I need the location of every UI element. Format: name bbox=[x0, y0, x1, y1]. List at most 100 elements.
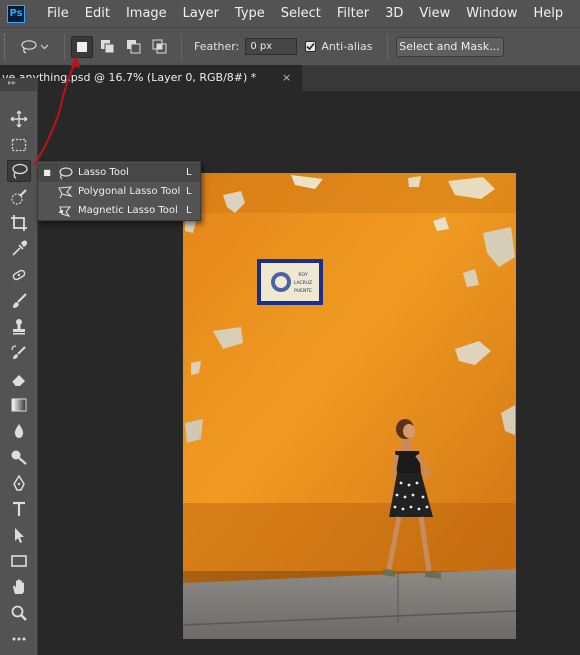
add-to-selection-button[interactable] bbox=[97, 36, 119, 58]
sign-line-2: LACRUZ bbox=[294, 280, 312, 286]
divider bbox=[181, 33, 182, 60]
dodge-tool[interactable] bbox=[7, 446, 31, 468]
menu-filter[interactable]: Filter bbox=[329, 0, 377, 27]
rectangle-tool[interactable] bbox=[7, 550, 31, 572]
tools-panel: ▸▸ bbox=[0, 78, 38, 655]
document-tab-title: ve anything.psd @ 16.7% (Layer 0, RGB/8#… bbox=[2, 71, 257, 84]
polygonal-lasso-icon bbox=[56, 184, 74, 200]
history-brush-tool[interactable] bbox=[7, 342, 31, 364]
selected-bullet-icon: ■ bbox=[43, 168, 51, 177]
select-and-mask-button[interactable]: Select and Mask... bbox=[395, 36, 504, 57]
eyedropper-icon bbox=[12, 240, 28, 256]
hand-icon bbox=[13, 579, 24, 594]
options-bar: Feather: 0 px Anti-alias Select and Mask… bbox=[0, 27, 580, 65]
feather-label: Feather: bbox=[194, 40, 240, 53]
menu-help[interactable]: Help bbox=[526, 0, 572, 27]
menu-type[interactable]: Type bbox=[227, 0, 273, 27]
more-tools-icon bbox=[12, 637, 26, 641]
photoshop-window: Ps File Edit Image Layer Type Select Fil… bbox=[0, 0, 580, 655]
clone-stamp-tool[interactable] bbox=[7, 316, 31, 338]
intersect-selection-button[interactable] bbox=[149, 36, 171, 58]
menu-window[interactable]: Window bbox=[458, 0, 525, 27]
rectangle-icon bbox=[11, 555, 27, 567]
lasso-tool[interactable] bbox=[7, 160, 31, 182]
eyedropper-tool[interactable] bbox=[7, 238, 31, 260]
more-tools-button[interactable] bbox=[7, 628, 31, 650]
blur-icon bbox=[14, 424, 24, 438]
menu-edit[interactable]: Edit bbox=[77, 0, 118, 27]
checkmark-icon bbox=[306, 42, 315, 51]
anti-alias-checkbox[interactable] bbox=[305, 41, 317, 52]
move-tool[interactable] bbox=[7, 108, 31, 130]
history-brush-icon bbox=[11, 345, 26, 359]
path-selection-icon bbox=[15, 528, 24, 543]
clone-stamp-icon bbox=[13, 319, 25, 335]
flyout-item-label: Magnetic Lasso Tool bbox=[78, 205, 178, 216]
menu-view[interactable]: View bbox=[411, 0, 458, 27]
flyout-item-shortcut: L bbox=[186, 205, 192, 216]
path-selection-tool[interactable] bbox=[7, 524, 31, 546]
subtract-from-selection-button[interactable] bbox=[123, 36, 145, 58]
lasso-icon bbox=[56, 165, 74, 181]
pen-tool[interactable] bbox=[7, 472, 31, 494]
dodge-icon bbox=[11, 450, 27, 465]
sign-line-1: ROY bbox=[298, 272, 307, 278]
menu-select[interactable]: Select bbox=[273, 0, 329, 27]
intersect-selection-icon bbox=[152, 39, 167, 53]
document-image: ROY LACRUZ PUENTE bbox=[183, 173, 516, 639]
flyout-item-magnetic-lasso[interactable]: Magnetic Lasso Tool L bbox=[38, 201, 200, 220]
flyout-item-polygonal-lasso[interactable]: Polygonal Lasso Tool L bbox=[38, 182, 200, 201]
brush-tool[interactable] bbox=[7, 290, 31, 312]
zoom-tool[interactable] bbox=[7, 602, 31, 624]
tool-preset-picker[interactable] bbox=[20, 39, 58, 55]
new-selection-button[interactable] bbox=[71, 35, 93, 58]
divider bbox=[386, 33, 388, 60]
type-tool[interactable] bbox=[7, 498, 31, 520]
eraser-tool[interactable] bbox=[7, 368, 31, 390]
subtract-selection-icon bbox=[127, 39, 141, 53]
chevron-down-icon bbox=[40, 44, 49, 49]
anti-alias-toggle[interactable]: Anti-alias bbox=[305, 40, 373, 53]
anti-alias-label: Anti-alias bbox=[321, 40, 373, 53]
marquee-tool[interactable] bbox=[7, 134, 31, 156]
zoom-icon bbox=[11, 605, 27, 621]
feather-input[interactable]: 0 px bbox=[245, 38, 298, 55]
wall-photo: ROY LACRUZ PUENTE bbox=[183, 173, 516, 639]
flyout-item-shortcut: L bbox=[186, 186, 192, 197]
menu-image[interactable]: Image bbox=[118, 0, 175, 27]
gradient-icon bbox=[11, 398, 27, 412]
healing-brush-tool[interactable] bbox=[7, 264, 31, 286]
ps-logo-icon[interactable]: Ps bbox=[7, 4, 25, 23]
menu-3d[interactable]: 3D bbox=[377, 0, 411, 27]
pen-icon bbox=[13, 474, 25, 491]
quick-selection-tool[interactable] bbox=[7, 186, 31, 208]
crop-icon bbox=[11, 215, 27, 231]
divider bbox=[64, 33, 65, 60]
crop-tool[interactable] bbox=[7, 212, 31, 234]
lasso-icon bbox=[12, 163, 28, 179]
options-grip[interactable] bbox=[4, 33, 10, 60]
flyout-item-label: Polygonal Lasso Tool bbox=[78, 186, 181, 197]
lasso-tool-flyout: ■ Lasso Tool L Polygonal Lasso Tool L Ma… bbox=[37, 161, 201, 221]
flyout-item-lasso[interactable]: ■ Lasso Tool L bbox=[38, 163, 200, 182]
add-selection-icon bbox=[101, 39, 115, 53]
menu-layer[interactable]: Layer bbox=[175, 0, 227, 27]
new-selection-icon bbox=[77, 41, 87, 52]
marquee-icon bbox=[11, 138, 27, 152]
move-icon bbox=[10, 110, 28, 128]
menu-bar: Ps File Edit Image Layer Type Select Fil… bbox=[0, 0, 580, 27]
quick-selection-icon bbox=[11, 189, 27, 205]
brush-icon bbox=[13, 293, 27, 308]
document-tab[interactable]: ve anything.psd @ 16.7% (Layer 0, RGB/8#… bbox=[0, 65, 302, 91]
flyout-item-shortcut: L bbox=[186, 167, 192, 178]
eraser-icon bbox=[11, 375, 25, 387]
hand-tool[interactable] bbox=[7, 576, 31, 598]
document-tab-bar: ve anything.psd @ 16.7% (Layer 0, RGB/8#… bbox=[0, 65, 580, 91]
blur-tool[interactable] bbox=[7, 420, 31, 442]
close-tab-icon[interactable]: × bbox=[282, 65, 291, 91]
tools-panel-header[interactable]: ▸▸ bbox=[0, 78, 38, 91]
gradient-tool[interactable] bbox=[7, 394, 31, 416]
healing-brush-icon bbox=[12, 269, 26, 281]
menu-file[interactable]: File bbox=[39, 0, 77, 27]
sign-line-3: PUENTE bbox=[294, 288, 312, 294]
